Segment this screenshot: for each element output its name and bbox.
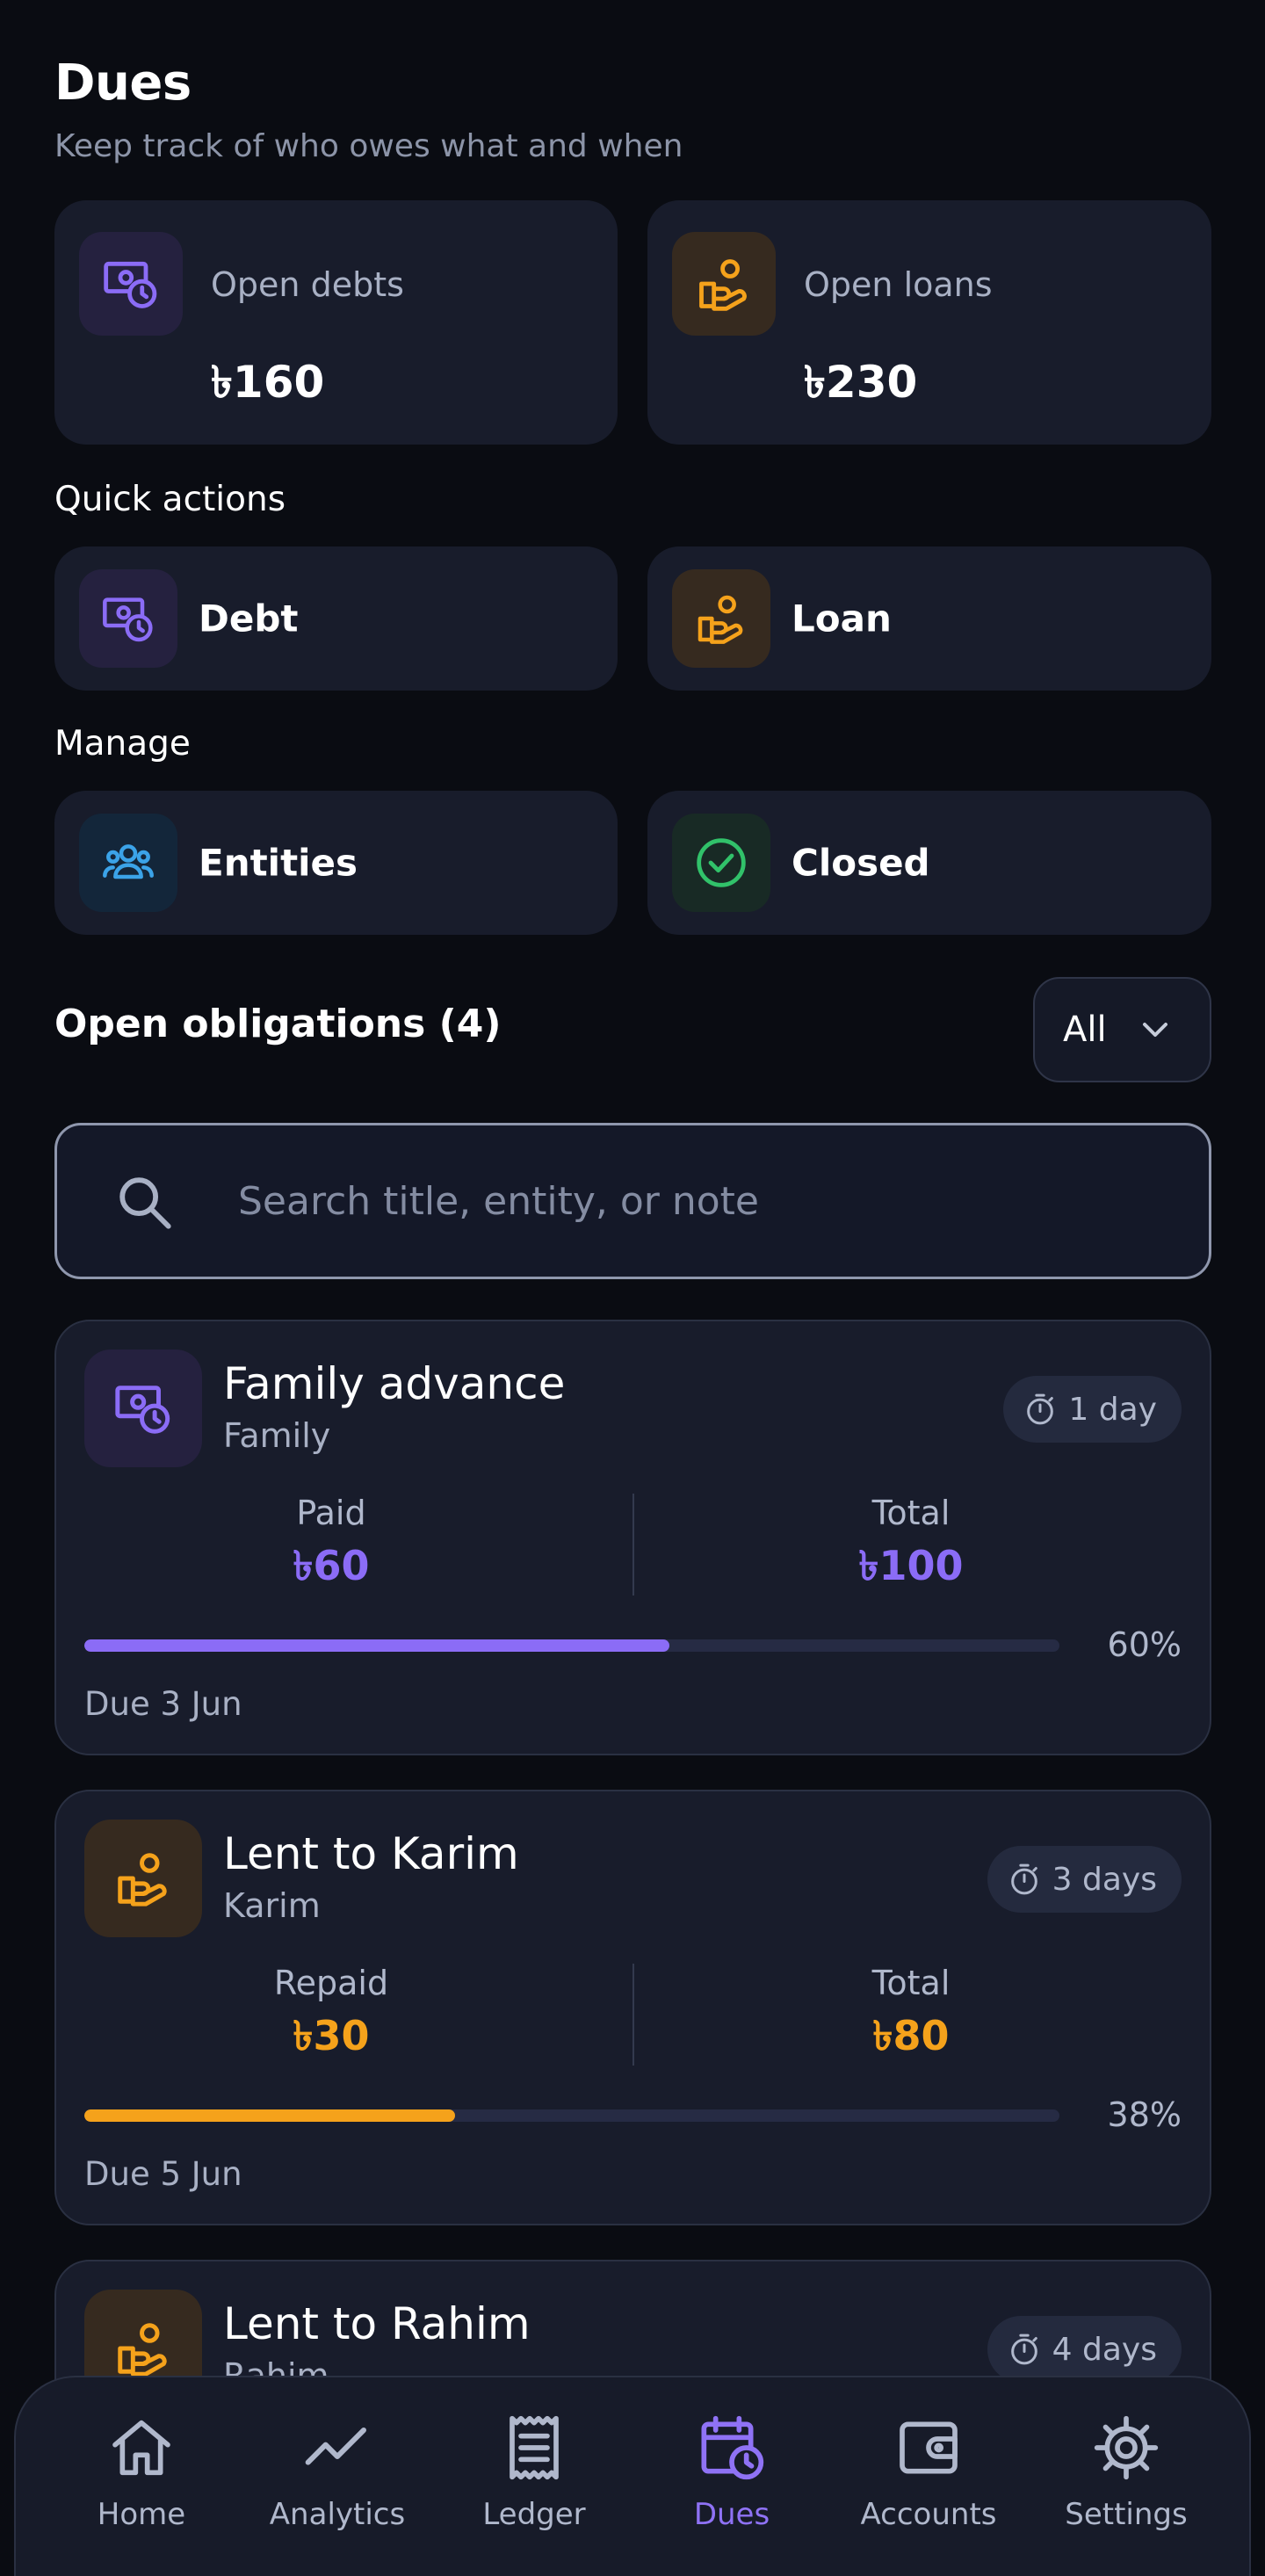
- obligation-card[interactable]: Lent to Karim Karim 3 days Repaid ৳30 To…: [54, 1790, 1211, 2225]
- repaid-value: ৳30: [293, 2012, 370, 2059]
- progress-fill: [84, 2109, 455, 2122]
- progress-percent: 38%: [1107, 2095, 1182, 2134]
- debt-icon: [84, 1350, 202, 1467]
- open-debts-value: ৳160: [211, 357, 325, 408]
- paid-value: ৳60: [293, 1542, 370, 1589]
- entities-button[interactable]: Entities: [54, 791, 618, 935]
- obligation-title: Lent to Karim: [223, 1828, 519, 1879]
- open-obligations-heading: Open obligations (4): [54, 1002, 502, 1046]
- nav-accounts[interactable]: Accounts: [841, 2413, 1016, 2532]
- closed-label: Closed: [792, 841, 930, 885]
- manage-heading: Manage: [54, 724, 191, 763]
- nav-analytics-label: Analytics: [269, 2497, 406, 2532]
- open-debts-label: Open debts: [211, 265, 404, 304]
- total-label: Total: [871, 1494, 951, 1532]
- page-subtitle: Keep track of who owes what and when: [54, 128, 683, 164]
- chevron-down-icon: [1143, 1023, 1167, 1037]
- total-column: Total ৳80: [636, 1964, 1186, 2073]
- total-value: ৳80: [872, 2012, 950, 2059]
- column-divider: [632, 1494, 634, 1596]
- check-circle-icon: [672, 814, 770, 912]
- progress-percent: 60%: [1107, 1625, 1182, 1664]
- nav-ledger-label: Ledger: [482, 2497, 586, 2532]
- gear-icon: [1094, 2415, 1159, 2480]
- column-divider: [632, 1964, 634, 2066]
- home-icon: [112, 2420, 170, 2476]
- open-loans-card[interactable]: Open loans ৳230: [647, 200, 1211, 445]
- nav-analytics[interactable]: Analytics: [249, 2413, 425, 2532]
- add-debt-button[interactable]: Debt: [54, 546, 618, 691]
- debt-icon: [79, 232, 183, 336]
- total-value: ৳100: [858, 1542, 964, 1589]
- debt-icon: [79, 569, 177, 668]
- filter-dropdown[interactable]: All: [1033, 977, 1211, 1082]
- nav-settings[interactable]: Settings: [1038, 2413, 1214, 2532]
- dues-icon: [701, 2415, 764, 2480]
- loan-icon: [672, 569, 770, 668]
- repaid-column: Repaid ৳30: [56, 1964, 606, 2073]
- timer-icon: [1010, 1863, 1037, 1895]
- people-icon: [79, 814, 177, 912]
- open-loans-value: ৳230: [804, 357, 918, 408]
- dues-screen: Dues Keep track of who owes what and whe…: [0, 0, 1265, 2576]
- due-date: Due 3 Jun: [84, 1685, 242, 1723]
- wallet-icon: [900, 2421, 958, 2474]
- nav-settings-label: Settings: [1065, 2497, 1188, 2532]
- add-loan-button[interactable]: Loan: [647, 546, 1211, 691]
- open-debts-card[interactable]: Open debts ৳160: [54, 200, 618, 445]
- paid-label: Paid: [296, 1494, 366, 1532]
- nav-accounts-label: Accounts: [860, 2497, 997, 2532]
- loan-icon: [84, 1820, 202, 1937]
- add-loan-label: Loan: [792, 597, 892, 640]
- nav-home-label: Home: [97, 2497, 186, 2532]
- due-date: Due 5 Jun: [84, 2155, 242, 2193]
- paid-column: Paid ৳60: [56, 1494, 606, 1603]
- closed-button[interactable]: Closed: [647, 791, 1211, 935]
- time-left-text: 4 days: [1052, 2331, 1157, 2368]
- obligation-title: Lent to Rahim: [223, 2298, 531, 2349]
- quick-actions-heading: Quick actions: [54, 480, 286, 519]
- entities-label: Entities: [199, 841, 358, 885]
- nav-ledger[interactable]: Ledger: [446, 2413, 622, 2532]
- obligation-entity: Family: [223, 1416, 331, 1455]
- search-icon: [119, 1177, 171, 1229]
- open-loans-label: Open loans: [804, 265, 993, 304]
- obligation-card[interactable]: Family advance Family 1 day Paid ৳60 Tot…: [54, 1320, 1211, 1755]
- filter-value: All: [1063, 1009, 1107, 1050]
- ledger-icon: [510, 2415, 559, 2480]
- obligation-entity: Karim: [223, 1886, 321, 1925]
- progress-fill: [84, 1639, 669, 1652]
- nav-dues[interactable]: Dues: [644, 2413, 820, 2532]
- progress-bar: [84, 2109, 1059, 2122]
- time-left-text: 3 days: [1052, 1861, 1157, 1898]
- total-label: Total: [871, 1964, 951, 2002]
- search-box[interactable]: [54, 1123, 1211, 1279]
- obligation-title: Family advance: [223, 1358, 566, 1409]
- progress-bar: [84, 1639, 1059, 1652]
- timer-icon: [1010, 2334, 1037, 2365]
- page-title: Dues: [54, 54, 192, 112]
- time-left-badge: 4 days: [987, 2316, 1182, 2383]
- analytics-icon: [305, 2428, 366, 2465]
- total-column: Total ৳100: [636, 1494, 1186, 1603]
- timer-icon: [1027, 1393, 1054, 1425]
- loan-icon: [672, 232, 776, 336]
- time-left-badge: 1 day: [1003, 1376, 1182, 1443]
- nav-dues-label: Dues: [693, 2497, 770, 2532]
- repaid-label: Repaid: [273, 1964, 389, 2002]
- time-left-badge: 3 days: [987, 1846, 1182, 1913]
- time-left-text: 1 day: [1068, 1391, 1157, 1428]
- search-input[interactable]: [238, 1169, 1117, 1233]
- nav-home[interactable]: Home: [54, 2413, 229, 2532]
- bottom-nav: Home Analytics Ledger Dues Accounts Sett…: [14, 2376, 1251, 2576]
- add-debt-label: Debt: [199, 597, 299, 640]
